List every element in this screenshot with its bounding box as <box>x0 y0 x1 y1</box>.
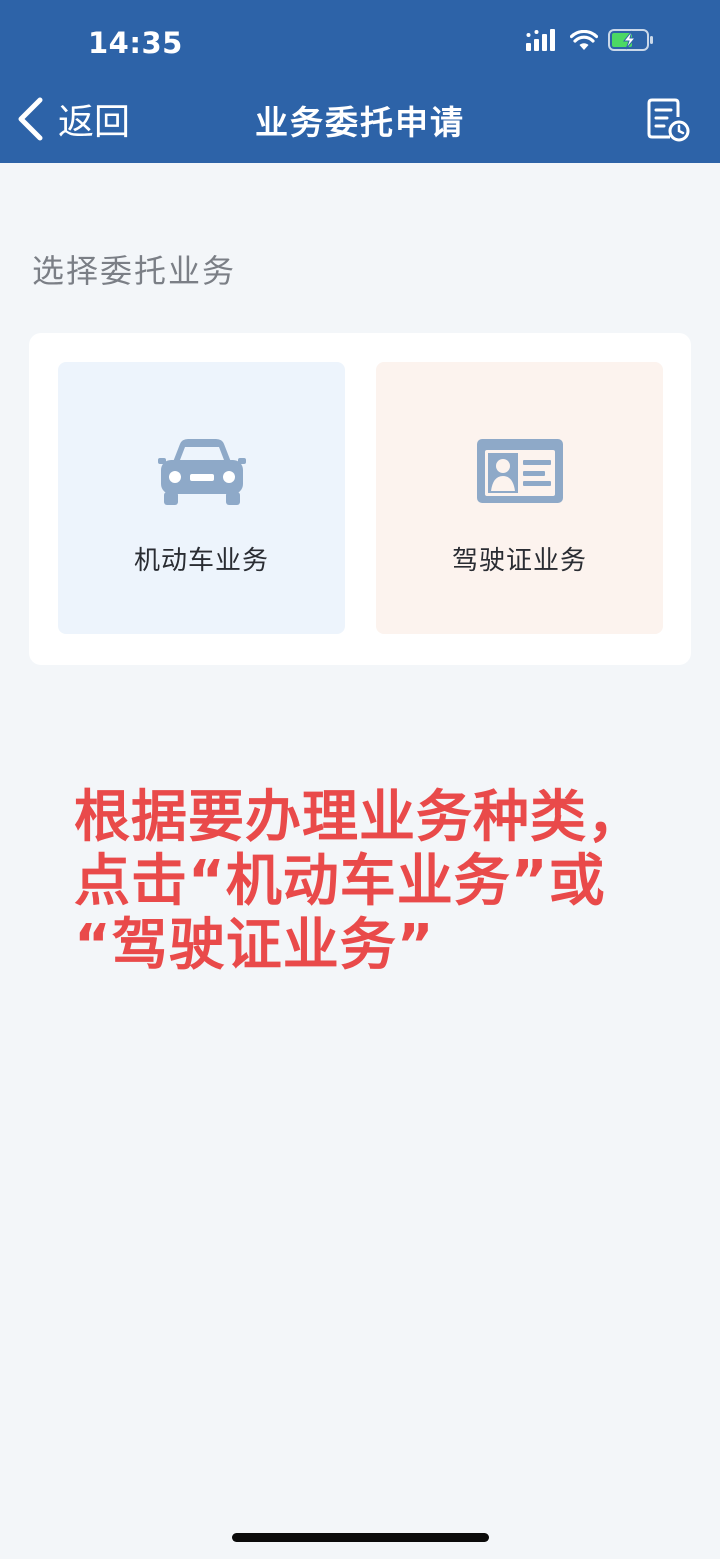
license-service-tile[interactable]: 驾驶证业务 <box>376 362 663 634</box>
wifi-icon <box>570 29 598 50</box>
instruction-overlay: 根据要办理业务种类， 点击“机动车业务”或 “驾驶证业务” <box>74 786 694 978</box>
record-history-icon[interactable] <box>646 97 690 143</box>
car-icon <box>157 436 247 506</box>
vehicle-service-label: 机动车业务 <box>133 546 269 576</box>
service-card: 机动车业务 驾驶证业务 <box>29 333 691 665</box>
screen: 14:35 返回 业务委托申请 选择委托业务 机动车业务 驾驶证业务 根据要办理… <box>0 0 720 1559</box>
battery-charging-icon <box>608 29 653 51</box>
home-indicator[interactable] <box>232 1533 489 1542</box>
header: 14:35 返回 业务委托申请 <box>0 0 720 163</box>
section-title: 选择委托业务 <box>32 252 237 290</box>
instruction-line: 点击“机动车业务”或 <box>74 849 606 914</box>
status-icons <box>526 29 654 51</box>
instruction-line: “驾驶证业务” <box>74 913 435 978</box>
instruction-line: 根据要办理业务种类， <box>74 785 644 850</box>
signal-icon <box>526 29 555 51</box>
page-title: 业务委托申请 <box>255 103 465 142</box>
status-time: 14:35 <box>88 26 183 60</box>
license-service-label: 驾驶证业务 <box>451 546 587 576</box>
vehicle-service-tile[interactable]: 机动车业务 <box>58 362 345 634</box>
id-card-icon <box>475 436 565 506</box>
